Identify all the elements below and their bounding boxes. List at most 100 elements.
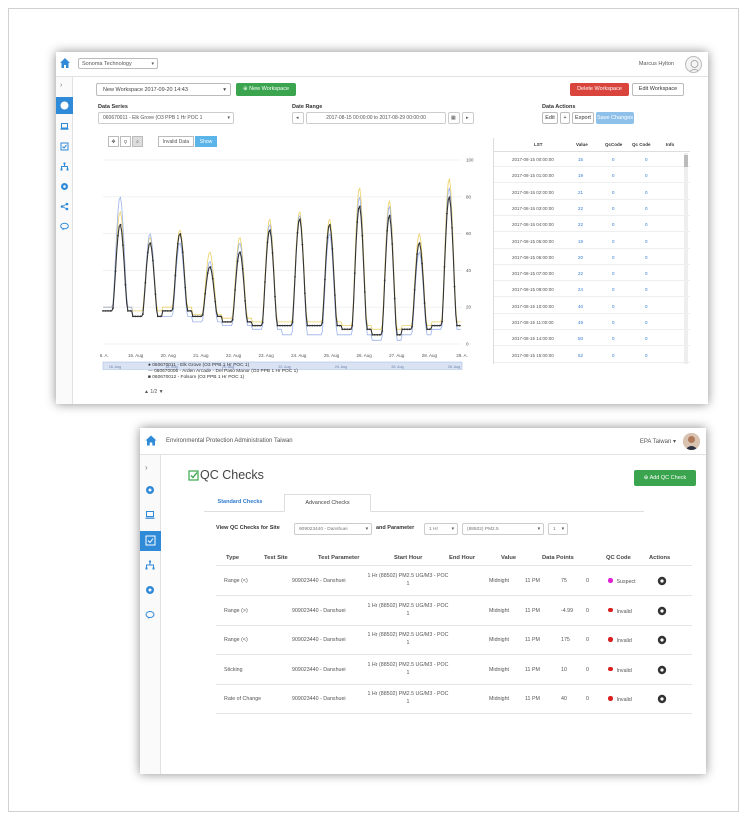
data-point[interactable] xyxy=(161,310,164,312)
data-point[interactable] xyxy=(104,310,107,312)
data-point[interactable] xyxy=(221,321,224,323)
sidebar-item-qc-checks[interactable] xyxy=(140,531,161,551)
table-row[interactable]: 2017-08-15 03:00:00 22 0 0 xyxy=(494,202,690,216)
data-point[interactable] xyxy=(319,324,321,327)
data-point[interactable] xyxy=(127,310,129,312)
data-point[interactable] xyxy=(433,324,436,327)
data-point[interactable] xyxy=(428,328,431,331)
data-point[interactable] xyxy=(132,315,134,318)
qc-code-cell[interactable]: 0 xyxy=(645,336,648,341)
data-point[interactable] xyxy=(418,242,421,245)
table-row[interactable]: 2017-08-15 01:00:00 19 0 0 xyxy=(494,169,690,184)
share-icon[interactable] xyxy=(60,202,69,211)
data-point[interactable] xyxy=(256,324,259,327)
series-line[interactable] xyxy=(103,195,461,336)
data-point[interactable] xyxy=(331,247,334,250)
qc-code-cell[interactable]: 0 xyxy=(645,320,648,325)
data-point[interactable] xyxy=(413,288,416,291)
qc-code-cell[interactable]: 0 xyxy=(645,304,648,309)
data-point[interactable] xyxy=(286,324,289,327)
value-cell[interactable]: 52 xyxy=(578,353,583,358)
data-point[interactable] xyxy=(134,315,137,318)
data-point[interactable] xyxy=(438,324,441,327)
data-point[interactable] xyxy=(363,291,366,293)
data-point[interactable] xyxy=(406,328,409,331)
timeseries-chart[interactable]: 100 80 60 40 20 0 16. A. 16. Aug 20. Aug 21. Aug 2… xyxy=(100,148,480,370)
data-point[interactable] xyxy=(383,279,386,282)
data-point[interactable] xyxy=(209,266,212,268)
data-point[interactable] xyxy=(137,315,139,318)
qccode-cell[interactable]: 0 xyxy=(612,287,615,292)
data-point[interactable] xyxy=(107,310,109,312)
interval-select[interactable]: 1 Hr ▾ xyxy=(424,523,458,535)
sidebar-item-dashboard[interactable] xyxy=(56,97,73,114)
data-point[interactable] xyxy=(408,328,411,331)
invalid-data-toggle[interactable]: Invalid Data xyxy=(158,136,194,147)
data-point[interactable] xyxy=(321,321,324,324)
data-point[interactable] xyxy=(326,236,329,239)
qccode-cell[interactable]: 0 xyxy=(612,271,615,276)
data-point[interactable] xyxy=(174,274,177,277)
date-prev-button[interactable]: ◂ xyxy=(292,112,304,124)
organization-select[interactable]: Sonoma Technology ▾ xyxy=(78,58,158,69)
chat-icon[interactable] xyxy=(145,610,155,620)
data-point[interactable] xyxy=(251,324,254,327)
data-point[interactable] xyxy=(436,324,438,327)
data-point[interactable] xyxy=(154,293,157,295)
data-point[interactable] xyxy=(299,218,301,221)
data-point[interactable] xyxy=(147,251,149,254)
laptop-icon[interactable] xyxy=(145,510,155,520)
data-point[interactable] xyxy=(214,300,217,303)
qc-code-cell[interactable]: 0 xyxy=(645,206,648,211)
value-cell[interactable]: 22 xyxy=(578,206,583,211)
data-point[interactable] xyxy=(102,310,104,312)
data-point[interactable] xyxy=(114,270,117,273)
add-button[interactable]: + xyxy=(560,112,570,124)
save-changes-button[interactable]: Save Changes xyxy=(596,112,634,124)
data-point[interactable] xyxy=(289,324,291,327)
gear-icon[interactable] xyxy=(60,182,69,191)
date-range-field[interactable]: 2017-08-15 00:00:00 to 2017-08-29 00:00:… xyxy=(306,112,446,124)
data-point[interactable] xyxy=(169,310,172,312)
poc-select[interactable]: 1 ▾ xyxy=(548,523,568,535)
edit-workspace-button[interactable]: Edit Workspace xyxy=(632,83,684,96)
expand-icon[interactable]: › xyxy=(60,82,69,91)
data-point[interactable] xyxy=(179,233,182,235)
data-point[interactable] xyxy=(388,214,391,217)
table-row[interactable]: 2017-08-15 02:00:00 21 0 0 xyxy=(494,186,690,200)
data-point[interactable] xyxy=(336,324,339,327)
qc-code-cell[interactable]: 0 xyxy=(645,190,648,195)
data-point[interactable] xyxy=(391,243,394,245)
qc-code-cell[interactable]: 0 xyxy=(645,255,648,260)
data-point[interactable] xyxy=(142,313,144,315)
data-point[interactable] xyxy=(216,315,219,318)
gear-icon[interactable] xyxy=(145,585,155,595)
data-point[interactable] xyxy=(156,315,159,318)
data-series-select[interactable]: 060670011 - Elk Grove (O3 PPB 1 Hr POC 1… xyxy=(98,112,234,124)
qccode-cell[interactable]: 0 xyxy=(612,255,615,260)
data-point[interactable] xyxy=(124,283,127,286)
value-cell[interactable]: 24 xyxy=(578,287,583,292)
data-point[interactable] xyxy=(184,286,187,289)
add-qc-check-button[interactable]: ⊕ Add QC Check xyxy=(634,470,696,486)
table-row[interactable]: 2017-08-15 06:00:00 20 0 0 xyxy=(494,251,690,265)
qccode-cell[interactable]: 0 xyxy=(612,336,615,341)
gear-icon[interactable] xyxy=(657,665,667,675)
data-point[interactable] xyxy=(366,328,369,331)
data-point[interactable] xyxy=(206,272,209,275)
avatar[interactable] xyxy=(683,433,700,450)
data-point[interactable] xyxy=(314,324,316,327)
data-point[interactable] xyxy=(393,297,396,300)
table-row[interactable]: 2017-08-15 08:00:00 24 0 0 xyxy=(494,283,690,298)
data-point[interactable] xyxy=(191,315,194,318)
gear-icon[interactable] xyxy=(657,694,667,704)
value-cell[interactable]: 22 xyxy=(578,222,583,227)
dashboard-icon[interactable] xyxy=(145,485,155,495)
gear-icon[interactable] xyxy=(657,576,667,586)
data-point[interactable] xyxy=(284,324,286,327)
qccode-cell[interactable]: 0 xyxy=(612,320,615,325)
delete-workspace-button[interactable]: Delete Workspace xyxy=(570,83,629,96)
data-point[interactable] xyxy=(334,294,336,296)
legend-item-folsom[interactable]: ■ 060670012 - Folsom (O3 PPB 1 Hr POC 1) xyxy=(148,375,298,381)
data-point[interactable] xyxy=(254,324,256,327)
